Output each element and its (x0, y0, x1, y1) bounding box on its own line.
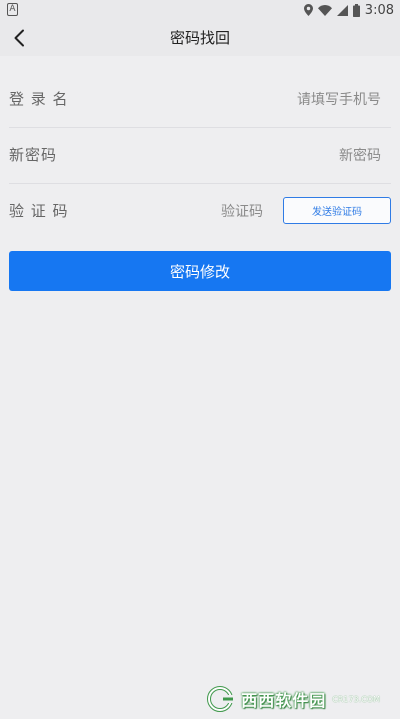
watermark: 西西软件园 CR173.COM (207, 685, 380, 713)
wifi-icon (317, 4, 332, 16)
signal-icon (336, 4, 348, 16)
username-row: 登 录 名 (9, 72, 391, 128)
battery-icon (352, 3, 360, 17)
verification-code-row: 验 证 码 发送验证码 (9, 184, 391, 239)
nav-bar: 密码找回 (0, 20, 400, 56)
status-bar: A 3:08 (0, 0, 400, 20)
username-label: 登 录 名 (9, 90, 69, 108)
notification-a-icon: A (7, 3, 18, 16)
page-title: 密码找回 (169, 29, 230, 47)
new-password-input[interactable] (179, 142, 383, 170)
password-reset-form: 登 录 名 新密码 验 证 码 发送验证码 (0, 72, 400, 239)
chevron-left-icon (14, 29, 24, 47)
watermark-text: 西西软件园 (241, 691, 327, 710)
watermark-logo-icon (207, 686, 236, 712)
new-password-label: 新密码 (9, 146, 58, 164)
location-icon (303, 4, 313, 16)
verification-code-label: 验 证 码 (9, 202, 69, 220)
back-button[interactable] (2, 22, 36, 54)
phone-input[interactable] (179, 86, 383, 114)
change-password-button[interactable]: 密码修改 (9, 251, 391, 291)
status-time: 3:08 (364, 2, 394, 18)
status-icons: 3:08 (303, 2, 394, 18)
new-password-row: 新密码 (9, 128, 391, 184)
watermark-sub: CR173.COM (332, 694, 380, 704)
verification-code-input[interactable] (121, 198, 265, 226)
send-code-button[interactable]: 发送验证码 (283, 197, 391, 224)
